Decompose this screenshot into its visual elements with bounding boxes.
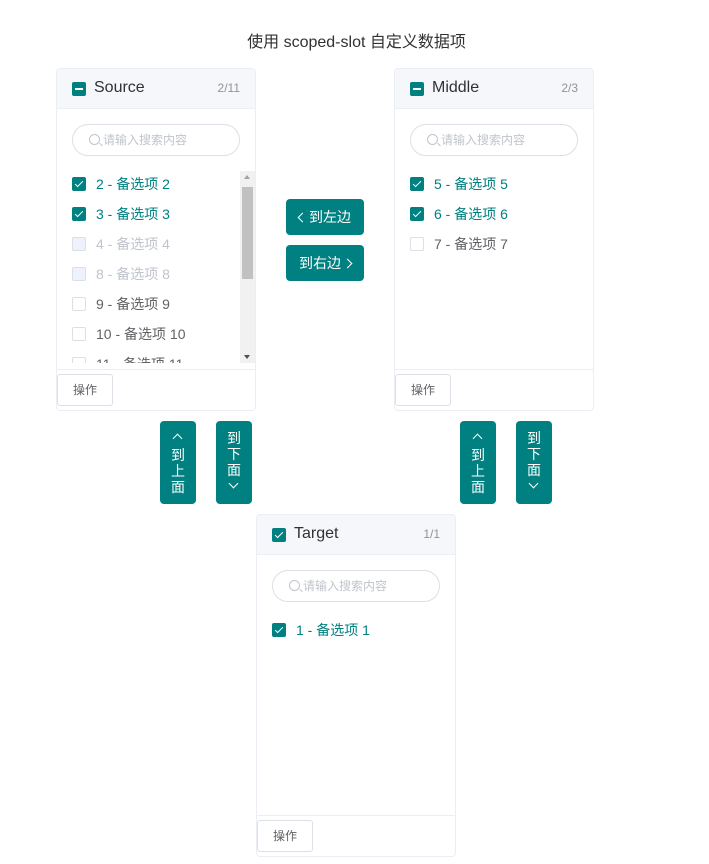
item-checkbox[interactable] [72,177,86,191]
transfer-panel-target: Target 1/1 1 - 备选项 1 操作 [256,514,456,857]
item-checkbox[interactable] [72,207,86,221]
item-label: 3 - 备选项 3 [96,206,170,222]
item-checkbox[interactable] [410,177,424,191]
item-list: 1 - 备选项 1 [257,615,455,809]
item-checkbox[interactable] [272,623,286,637]
item-list: 2 - 备选项 2 3 - 备选项 3 4 - 备选项 4 8 - 备选项 8 9 - … [57,169,255,363]
list-item[interactable]: 1 - 备选项 1 [257,615,455,645]
list-scrollbar[interactable] [240,171,255,363]
to-top-button[interactable]: 到上面 [160,421,196,504]
panel-title: Source [94,79,145,96]
select-all-checkbox[interactable] [72,82,86,96]
item-label: 2 - 备选项 2 [96,176,170,192]
select-all-checkbox[interactable] [272,528,286,542]
item-list: 5 - 备选项 5 6 - 备选项 6 7 - 备选项 7 [395,169,593,363]
panel-header: Middle 2/3 [395,69,593,109]
item-label: 8 - 备选项 8 [96,266,170,282]
to-top-label: 到上面 [171,447,185,495]
search-icon [427,134,438,145]
list-item[interactable]: 2 - 备选项 2 [57,169,255,199]
list-item[interactable]: 5 - 备选项 5 [395,169,593,199]
to-bottom-label: 到下面 [527,430,541,478]
scrollbar-thumb[interactable] [242,187,253,279]
search-icon [289,580,300,591]
to-bottom-button[interactable]: 到下面 [216,421,252,504]
item-checkbox [72,267,86,281]
item-checkbox[interactable] [72,297,86,311]
list-item[interactable]: 10 - 备选项 10 [57,319,255,349]
list-item[interactable]: 9 - 备选项 9 [57,289,255,319]
page-title: 使用 scoped-slot 自定义数据项 [247,34,466,51]
panel-footer: 操作 [257,815,455,856]
panel-count: 1/1 [423,527,440,541]
item-label: 1 - 备选项 1 [296,622,370,638]
to-bottom-button[interactable]: 到下面 [516,421,552,504]
to-top-label: 到上面 [471,447,485,495]
operation-button[interactable]: 操作 [57,374,113,406]
item-label: 7 - 备选项 7 [434,236,508,252]
item-checkbox[interactable] [410,237,424,251]
list-item[interactable]: 7 - 备选项 7 [395,229,593,259]
item-label: 10 - 备选项 10 [96,326,186,342]
item-label: 5 - 备选项 5 [434,176,508,192]
chevron-right-icon [342,258,353,269]
item-label: 6 - 备选项 6 [434,206,508,222]
item-label: 11 - 备选项 11 [96,356,183,363]
search-input[interactable] [303,571,433,601]
item-checkbox[interactable] [72,327,86,341]
to-right-label: 到右边 [299,255,341,271]
panel-footer: 操作 [395,369,593,410]
list-item[interactable]: 3 - 备选项 3 [57,199,255,229]
to-left-button[interactable]: 到左边 [286,199,364,235]
to-left-label: 到左边 [309,209,351,225]
chevron-down-icon [228,478,239,489]
scroll-down-arrow-icon[interactable] [244,355,250,359]
select-all-checkbox[interactable] [410,82,424,96]
chevron-down-icon [528,478,539,489]
item-label: 9 - 备选项 9 [96,296,170,312]
search-field[interactable] [272,570,440,602]
transfer-panel-middle: Middle 2/3 5 - 备选项 5 6 - 备选项 6 7 - 备选项 7 操… [394,68,594,411]
search-icon [89,134,100,145]
list-item: 8 - 备选项 8 [57,259,255,289]
to-bottom-label: 到下面 [227,430,241,478]
list-item[interactable]: 11 - 备选项 11 [57,349,255,363]
panel-header: Target 1/1 [257,515,455,555]
panel-footer: 操作 [57,369,255,410]
panel-title: Middle [432,79,480,96]
to-top-button[interactable]: 到上面 [460,421,496,504]
item-checkbox [72,237,86,251]
chevron-left-icon [297,212,308,223]
item-checkbox[interactable] [72,357,86,363]
search-input[interactable] [103,125,233,155]
transfer-panel-source: Source 2/11 2 - 备选项 2 3 - 备选项 3 4 - 备选项 4 8… [56,68,256,411]
item-label: 4 - 备选项 4 [96,236,170,252]
chevron-up-icon [172,433,183,444]
item-checkbox[interactable] [410,207,424,221]
operation-button[interactable]: 操作 [257,820,313,852]
panel-title: Target [294,525,339,542]
operation-button[interactable]: 操作 [395,374,451,406]
list-item: 4 - 备选项 4 [57,229,255,259]
panel-header: Source 2/11 [57,69,255,109]
list-item[interactable]: 6 - 备选项 6 [395,199,593,229]
search-field[interactable] [72,124,240,156]
panel-count: 2/3 [561,81,578,95]
to-right-button[interactable]: 到右边 [286,245,364,281]
search-field[interactable] [410,124,578,156]
search-input[interactable] [441,125,571,155]
chevron-up-icon [472,433,483,444]
scroll-up-arrow-icon[interactable] [244,175,250,179]
panel-count: 2/11 [217,81,240,95]
